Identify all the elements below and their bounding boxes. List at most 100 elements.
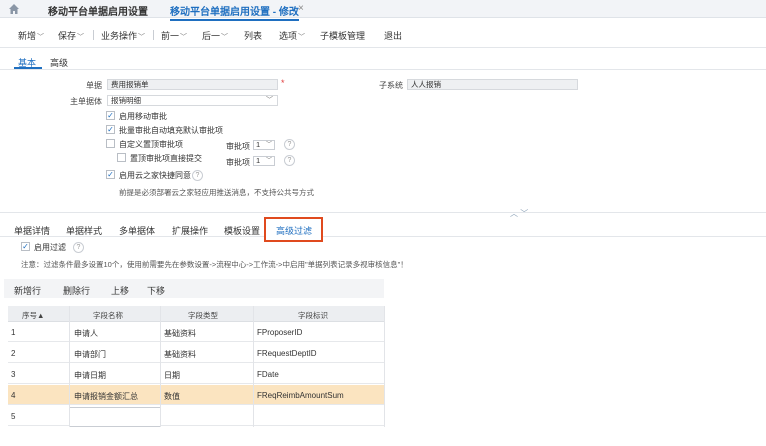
bill-field[interactable]: 费用报销单 bbox=[107, 79, 278, 90]
table-row[interactable]: 1 申请人 基础资料 FProposerID bbox=[8, 322, 385, 342]
approve-item-label: 审批项 bbox=[226, 142, 250, 151]
chevron-down-icon: ﹀ bbox=[180, 34, 188, 41]
enable-filter-label: 启用过滤 bbox=[34, 243, 66, 252]
exit-button[interactable]: 退出 bbox=[384, 29, 402, 42]
column-header-field-name[interactable]: 字段名称 bbox=[93, 310, 123, 321]
table-row[interactable]: 5 bbox=[8, 406, 385, 426]
cell-field-type: 基础资料 bbox=[164, 329, 196, 338]
chevron-down-icon: ﹀ bbox=[266, 97, 273, 104]
cell-field-type: 数值 bbox=[164, 392, 180, 401]
cloud-agree-checkbox[interactable]: ✓ bbox=[106, 170, 115, 179]
move-down-button[interactable]: 下移 bbox=[147, 284, 165, 297]
approve-item2-value: 1 bbox=[256, 156, 261, 165]
approve-item-select[interactable]: 1 ﹀ bbox=[253, 140, 275, 150]
cell-field-name: 申请报销金额汇总 bbox=[74, 392, 138, 401]
cell-field-type: 日期 bbox=[164, 371, 180, 380]
chevron-down-icon: ﹀ bbox=[298, 34, 306, 41]
section-divider bbox=[0, 212, 766, 213]
column-divider bbox=[253, 306, 254, 427]
main-entity-select[interactable]: 报销明细 ﹀ bbox=[107, 95, 278, 106]
tab-advanced[interactable]: 高级 bbox=[50, 56, 68, 69]
help-icon[interactable]: ? bbox=[284, 139, 295, 150]
move-up-button[interactable]: 上移 bbox=[111, 284, 129, 297]
approve-item2-select[interactable]: 1 ﹀ bbox=[253, 156, 275, 166]
toolbar-separator bbox=[93, 30, 94, 40]
add-row-button[interactable]: 新增行 bbox=[14, 284, 41, 297]
approve-item-value: 1 bbox=[256, 140, 261, 149]
main-entity-label: 主单据体 bbox=[70, 97, 102, 106]
custom-approve-checkbox[interactable] bbox=[106, 139, 115, 148]
bill-label: 单据 bbox=[86, 81, 102, 90]
chevron-down-icon: ﹀ bbox=[77, 34, 85, 41]
chevron-down-icon: ﹀ bbox=[265, 158, 272, 164]
prev-label: 前一 bbox=[161, 31, 180, 41]
lower-tab-divider bbox=[323, 236, 766, 237]
approve-item2-label: 审批项 bbox=[226, 158, 250, 167]
table-row-selected[interactable]: 4 申请报销金额汇总 数值 FReqReimbAmountSum bbox=[8, 385, 385, 405]
cell-field-name: 申请人 bbox=[74, 329, 98, 338]
top-submit-checkbox[interactable] bbox=[117, 153, 126, 162]
cell-seq: 3 bbox=[11, 370, 16, 379]
cell-field-name: 申请部门 bbox=[74, 350, 106, 359]
options-label: 选项 bbox=[279, 31, 298, 41]
help-icon[interactable]: ? bbox=[192, 170, 203, 181]
top-submit-label: 置顶审批项直接提交 bbox=[130, 154, 202, 163]
mobile-approve-label: 启用移动审批 bbox=[119, 112, 167, 121]
mobile-approve-checkbox[interactable]: ✓ bbox=[106, 111, 115, 120]
subsystem-label: 子系统 bbox=[379, 81, 403, 90]
column-divider bbox=[160, 306, 161, 427]
cloud-note: 前提是必须部署云之家轻应用推送消息，不支持公共号方式 bbox=[119, 188, 314, 197]
next-label: 后一 bbox=[202, 31, 221, 41]
main-entity-value: 报销明细 bbox=[111, 96, 141, 105]
delete-row-button[interactable]: 删除行 bbox=[63, 284, 90, 297]
column-header-field-type[interactable]: 字段类型 bbox=[188, 310, 218, 321]
help-icon[interactable]: ? bbox=[73, 242, 84, 253]
tab-bill-settings[interactable]: 移动平台单据启用设置 bbox=[48, 3, 148, 18]
edit-cell[interactable] bbox=[69, 407, 161, 427]
required-mark: * bbox=[281, 78, 285, 88]
collapse-toggle-icon[interactable]: ︿ ﹀ bbox=[510, 208, 528, 219]
table-row[interactable]: 3 申请日期 日期 FDate bbox=[8, 364, 385, 384]
enable-filter-checkbox[interactable]: ✓ bbox=[21, 242, 30, 251]
filter-notice: 注意：过滤条件最多设置10个，使用前需要先在参数设置->流程中心->工作流->中… bbox=[21, 260, 408, 269]
cell-field-id: FProposerID bbox=[257, 328, 303, 337]
cell-seq: 1 bbox=[11, 328, 16, 337]
highlight-box bbox=[264, 217, 323, 242]
next-button[interactable]: 后一﹀ bbox=[202, 29, 228, 42]
prev-button[interactable]: 前一﹀ bbox=[161, 29, 187, 42]
table-row[interactable]: 2 申请部门 基础资料 FRequestDeptID bbox=[8, 343, 385, 363]
column-header-field-id[interactable]: 字段标识 bbox=[298, 310, 328, 321]
save-button[interactable]: 保存﹀ bbox=[58, 29, 84, 42]
lower-tab-divider bbox=[0, 236, 264, 237]
cell-seq: 5 bbox=[11, 412, 16, 421]
chevron-down-icon: ﹀ bbox=[37, 34, 45, 41]
save-label: 保存 bbox=[58, 31, 77, 41]
column-header-seq[interactable]: 序号▲ bbox=[22, 310, 44, 321]
add-button[interactable]: 新增﹀ bbox=[18, 29, 44, 42]
batch-approve-checkbox[interactable]: ✓ bbox=[106, 125, 115, 134]
home-icon[interactable] bbox=[8, 3, 20, 15]
column-divider bbox=[69, 306, 70, 427]
cell-field-id: FReqReimbAmountSum bbox=[257, 391, 344, 400]
submodel-button[interactable]: 子模板管理 bbox=[320, 29, 365, 42]
chevron-down-icon: ﹀ bbox=[221, 34, 229, 41]
tab-bill-settings-edit[interactable]: 移动平台单据启用设置 - 修改 bbox=[170, 3, 299, 21]
custom-approve-label: 自定义置顶审批项 bbox=[119, 140, 183, 149]
grid-toolbar bbox=[4, 279, 384, 298]
batch-approve-label: 批量审批自动填充默认审批项 bbox=[119, 126, 223, 135]
cell-field-name: 申请日期 bbox=[74, 371, 106, 380]
subsystem-field[interactable]: 人人报销 bbox=[407, 79, 578, 90]
add-label: 新增 bbox=[18, 31, 37, 41]
help-icon[interactable]: ? bbox=[284, 155, 295, 166]
toolbar-divider bbox=[0, 47, 766, 48]
cell-field-id: FRequestDeptID bbox=[257, 349, 317, 358]
business-label: 业务操作 bbox=[101, 31, 138, 41]
toolbar-separator bbox=[153, 30, 154, 40]
subtab-divider bbox=[0, 69, 766, 70]
cell-field-type: 基础资料 bbox=[164, 350, 196, 359]
list-button[interactable]: 列表 bbox=[244, 29, 262, 42]
close-icon[interactable]: × bbox=[298, 3, 304, 14]
options-button[interactable]: 选项﹀ bbox=[279, 29, 305, 42]
chevron-down-icon: ﹀ bbox=[265, 142, 272, 148]
business-ops-button[interactable]: 业务操作﹀ bbox=[101, 29, 145, 42]
